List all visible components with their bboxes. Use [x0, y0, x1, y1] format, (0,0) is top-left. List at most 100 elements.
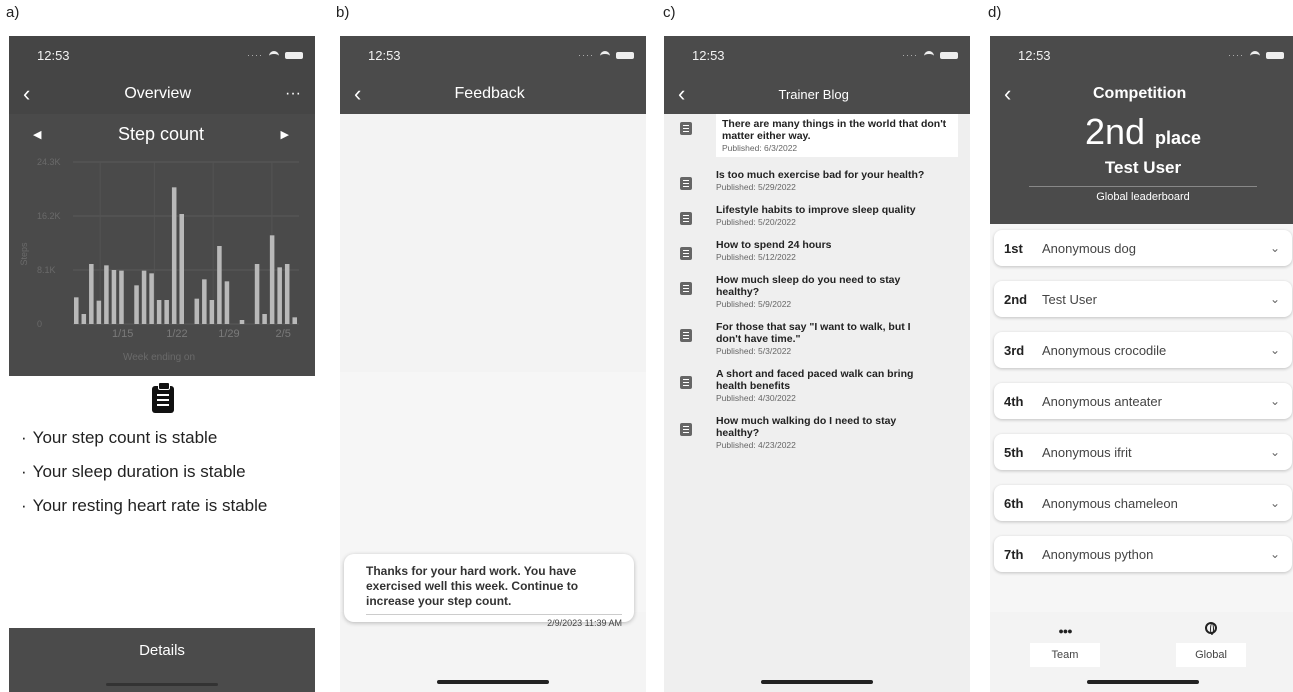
back-icon[interactable]: ‹ [23, 83, 30, 105]
x-axis-label: Week ending on [123, 352, 195, 363]
step-bar [217, 246, 222, 324]
back-icon[interactable]: ‹ [1004, 83, 1011, 105]
blog-post-item[interactable]: A short and faced paced walk can bring h… [664, 368, 970, 403]
blog-post-list: There are many things in the world that … [664, 114, 970, 450]
blog-post-title: How to spend 24 hours [716, 239, 832, 251]
step-bar [209, 300, 215, 324]
step-bar [96, 300, 102, 324]
summary-section: Your step count is stable Your sleep dur… [9, 376, 315, 632]
tab-global-label: Global [1176, 643, 1246, 667]
step-count-chart: Steps Week ending on 0 8.1K 16.2K 24.3K 1/15… [19, 157, 299, 363]
step-bar [262, 314, 267, 324]
home-indicator [1087, 680, 1199, 684]
blog-post-item[interactable]: How to spend 24 hours Published: 5/12/20… [664, 239, 970, 262]
leaderboard-name: Anonymous chameleon [1042, 495, 1178, 511]
status-bar: 12:53 ···· [340, 36, 646, 74]
wifi-icon [924, 51, 934, 59]
details-button[interactable]: Details [9, 628, 315, 692]
chevron-down-icon[interactable]: ⌄ [1270, 547, 1280, 561]
chevron-down-icon[interactable]: ⌄ [1270, 394, 1280, 408]
more-icon[interactable]: ··· [285, 85, 301, 103]
leaderboard-row[interactable]: 3rd Anonymous crocodile ⌄ [994, 332, 1292, 368]
leaderboard-row[interactable]: 4th Anonymous anteater ⌄ [994, 383, 1292, 419]
summary-list: Your step count is stable Your sleep dur… [21, 428, 268, 530]
blog-post-item[interactable]: Lifestyle habits to improve sleep qualit… [664, 204, 970, 227]
tab-global[interactable]: Global [1176, 622, 1246, 667]
step-bar [239, 320, 245, 324]
home-indicator [761, 680, 873, 684]
next-metric-icon[interactable]: ▶ [281, 128, 289, 141]
y-axis-label: Steps [19, 242, 29, 266]
y-tick-label: 8.1K [37, 265, 56, 275]
panel-label-c: c) [663, 4, 676, 21]
signal-icon: ···· [247, 50, 263, 60]
document-icon [680, 282, 692, 295]
prev-metric-icon[interactable]: ◀ [33, 128, 41, 141]
back-icon[interactable]: ‹ [354, 83, 361, 105]
blog-post-item[interactable]: For those that say "I want to walk, but … [664, 321, 970, 356]
step-bar [292, 317, 297, 324]
overview-screen: 12:53 ···· ‹ Overview ··· ◀ Step count ▶… [9, 36, 315, 692]
status-bar: 12:53 ···· [664, 36, 970, 74]
blog-post-title: Lifestyle habits to improve sleep qualit… [716, 204, 916, 216]
blog-post-date: Published: 4/23/2022 [716, 440, 796, 450]
y-tick-label: 24.3K [37, 157, 61, 167]
chevron-down-icon[interactable]: ⌄ [1270, 496, 1280, 510]
chevron-down-icon[interactable]: ⌄ [1270, 445, 1280, 459]
document-icon [680, 376, 692, 389]
blog-post-item[interactable]: Is too much exercise bad for your health… [664, 169, 970, 192]
leaderboard-row[interactable]: 5th Anonymous ifrit ⌄ [994, 434, 1292, 470]
leaderboard-rank: 7th [1004, 546, 1024, 562]
feedback-screen: 12:53 ···· ‹ Feedback Thanks for your ha… [340, 36, 646, 692]
details-label: Details [139, 642, 185, 659]
document-icon [680, 423, 692, 436]
back-icon[interactable]: ‹ [678, 83, 685, 105]
step-bar [104, 265, 109, 324]
status-time: 12:53 [1018, 47, 1051, 63]
blog-post-item[interactable]: There are many things in the world that … [664, 114, 970, 157]
blog-post-item[interactable]: How much sleep do you need to stay healt… [664, 274, 970, 309]
competition-header: 2nd place Test User Global leaderboard [990, 114, 1293, 224]
battery-icon [616, 51, 634, 59]
y-tick-label: 0 [37, 319, 42, 329]
step-bar [81, 314, 87, 324]
step-bar [202, 279, 207, 324]
step-bar [111, 270, 117, 324]
home-indicator [106, 683, 218, 686]
panel-label-d: d) [988, 4, 1002, 21]
step-bar [269, 235, 275, 324]
document-icon [680, 247, 692, 260]
nav-bar: ‹ Competition [990, 74, 1293, 114]
x-tick-label: 1/15 [112, 328, 133, 340]
leaderboard-row[interactable]: 2nd Test User ⌄ [994, 281, 1292, 317]
team-icon: ●●● [1058, 626, 1072, 636]
wifi-icon [600, 51, 610, 59]
step-bar [134, 285, 139, 324]
signal-icon: ···· [1228, 50, 1244, 60]
leaderboard-row[interactable]: 7th Anonymous python ⌄ [994, 536, 1292, 572]
nav-bar: ‹ Overview ··· [9, 74, 315, 114]
tab-team[interactable]: ●●● Team [1030, 622, 1100, 667]
blog-post-item[interactable]: How much walking do I need to stay healt… [664, 415, 970, 450]
y-tick-label: 16.2K [37, 211, 61, 221]
chevron-down-icon[interactable]: ⌄ [1270, 241, 1280, 255]
panel-label-b: b) [336, 4, 350, 21]
leaderboard-rank: 3rd [1004, 342, 1025, 358]
chevron-down-icon[interactable]: ⌄ [1270, 292, 1280, 306]
document-icon [680, 177, 692, 190]
status-bar: 12:53 ···· [9, 36, 315, 74]
summary-item: Your sleep duration is stable [21, 462, 267, 496]
leaderboard-name: Anonymous anteater [1042, 393, 1162, 409]
leaderboard-rank: 6th [1004, 495, 1024, 511]
leaderboard-rank: 1st [1004, 240, 1023, 256]
page-title: Competition [1093, 85, 1187, 102]
leaderboard-row[interactable]: 6th Anonymous chameleon ⌄ [994, 485, 1292, 521]
step-bar [119, 270, 124, 324]
leaderboard-row[interactable]: 1st Anonymous dog ⌄ [994, 230, 1292, 266]
leaderboard-list: 1st Anonymous dog ⌄ 2nd Test User ⌄ 3rd Anony… [990, 224, 1293, 572]
chevron-down-icon[interactable]: ⌄ [1270, 343, 1280, 357]
step-bar [224, 281, 230, 324]
blog-post-date: Published: 5/3/2022 [716, 346, 792, 356]
blog-post-date: Published: 5/20/2022 [716, 217, 796, 227]
leaderboard-name: Anonymous dog [1042, 240, 1136, 256]
